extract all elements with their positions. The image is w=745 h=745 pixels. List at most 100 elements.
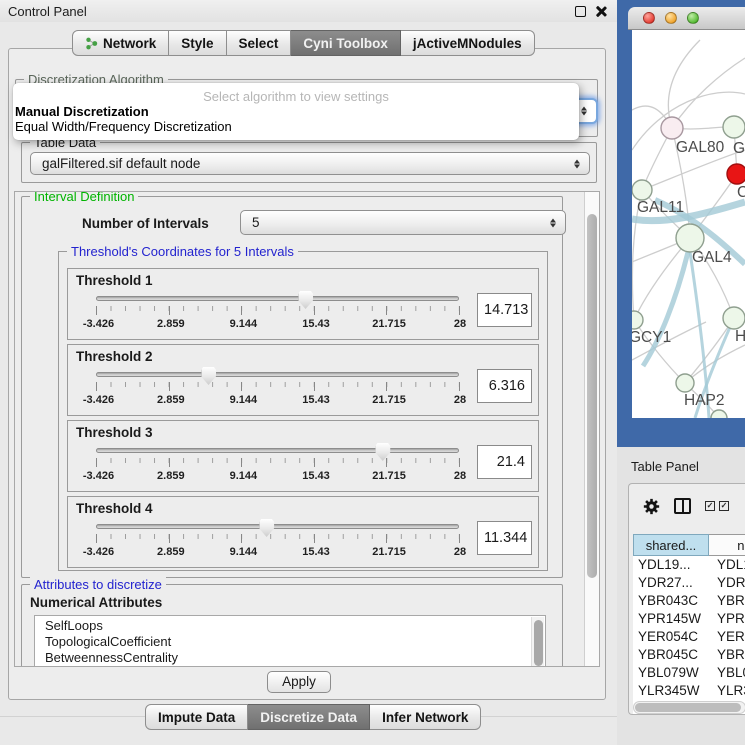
tick-label: 21.715 xyxy=(372,470,406,482)
tick-label: 2.859 xyxy=(157,546,185,558)
column-header-shared-name[interactable]: shared... xyxy=(633,534,709,556)
scrollbar-thumb[interactable] xyxy=(587,214,597,578)
threshold-value-field[interactable]: 11.344 xyxy=(477,521,532,555)
threshold-value-field[interactable]: 21.4 xyxy=(477,445,532,479)
dropdown-item-equal-width-frequency[interactable]: Equal Width/Frequency Discretization xyxy=(13,119,579,134)
minimize-window-icon[interactable] xyxy=(665,12,677,24)
zoom-window-icon[interactable] xyxy=(687,12,699,24)
tab-jactivemnodules[interactable]: jActiveMNodules xyxy=(401,30,535,56)
gear-icon[interactable] xyxy=(643,498,660,515)
algorithm-dropdown-popup: Select algorithm to view settings Manual… xyxy=(13,83,579,140)
tab-cyni-toolbox[interactable]: Cyni Toolbox xyxy=(291,30,401,56)
tick-mark xyxy=(241,306,242,315)
combo-arrows-icon xyxy=(574,159,580,168)
settings-scrollpane: Interval Definition Number of Intervals … xyxy=(14,191,600,667)
split-columns-icon[interactable] xyxy=(674,498,691,514)
table-row[interactable]: YBR043CYBR0 xyxy=(633,592,745,610)
slider-track[interactable] xyxy=(96,372,459,377)
scrollbar-thumb[interactable] xyxy=(534,620,543,666)
horizontal-scrollbar[interactable] xyxy=(633,701,745,714)
tick-label: 9.144 xyxy=(230,470,258,482)
table-row[interactable]: YPR145WYPR1 xyxy=(633,610,745,628)
close-window-icon[interactable] xyxy=(643,12,655,24)
number-of-intervals-combobox[interactable]: 5 xyxy=(240,210,566,235)
slider-track[interactable] xyxy=(96,448,459,453)
column-checkboxes: ✓ ✓ xyxy=(705,501,729,511)
vertical-scrollbar[interactable] xyxy=(584,192,599,666)
apply-button[interactable]: Apply xyxy=(267,671,331,693)
network-canvas[interactable]: GAL80GACGAL11GAL4GCY1HHAP2 xyxy=(632,30,745,418)
table-data-combobox[interactable]: galFiltered.sif default node xyxy=(30,152,590,175)
tick-label: 2.859 xyxy=(157,470,185,482)
interval-definition-group: Interval Definition Number of Intervals … xyxy=(21,196,563,578)
network-node[interactable] xyxy=(661,117,683,139)
network-node[interactable] xyxy=(676,374,694,392)
slider-track[interactable] xyxy=(96,296,459,301)
tick-mark xyxy=(386,382,387,391)
dropdown-item-manual-discretization[interactable]: Manual Discretization xyxy=(13,104,579,119)
list-scrollbar[interactable] xyxy=(531,617,544,667)
threshold-2-box: Threshold 2-3.4262.8599.14415.4321.71528… xyxy=(67,344,539,416)
threshold-slider[interactable]: -3.4262.8599.14415.4321.71528 xyxy=(94,290,463,334)
tick-mark xyxy=(459,382,460,391)
table-row[interactable]: YBR045CYBR0 xyxy=(633,646,745,664)
tick-mark xyxy=(96,306,97,315)
tick-label: 15.43 xyxy=(302,318,330,330)
node-label: H xyxy=(735,328,745,345)
tab-style[interactable]: Style xyxy=(169,30,226,56)
tick-label: -3.426 xyxy=(83,470,114,482)
tick-mark xyxy=(459,534,460,543)
checkbox-icon[interactable]: ✓ xyxy=(705,501,715,511)
network-node[interactable] xyxy=(727,164,745,184)
network-view-frame: GAL80GACGAL11GAL4GCY1HHAP2 xyxy=(617,0,745,447)
table-row[interactable]: YDL19...YDL1 xyxy=(633,556,745,574)
table-row[interactable]: YBL079WYBL0 xyxy=(633,664,745,682)
tick-mark xyxy=(169,382,170,391)
table-row[interactable]: YER054CYER0 xyxy=(633,628,745,646)
tick-mark xyxy=(241,458,242,467)
tab-select[interactable]: Select xyxy=(227,30,292,56)
threshold-slider[interactable]: -3.4262.8599.14415.4321.71528 xyxy=(94,518,463,562)
attributes-group: Attributes to discretize Numerical Attri… xyxy=(21,584,563,667)
tick-mark xyxy=(459,306,460,315)
attribute-list-item[interactable]: SelfLoops xyxy=(35,618,545,634)
network-node[interactable] xyxy=(632,180,652,200)
top-tab-bar: Network Style Select Cyni Toolbox jActiv… xyxy=(72,30,535,56)
attribute-list-item[interactable]: BetweennessCentrality xyxy=(35,650,545,666)
column-header-name[interactable]: name xyxy=(709,534,745,556)
number-of-intervals-value: 5 xyxy=(252,215,260,230)
tab-network[interactable]: Network xyxy=(72,30,169,56)
network-window-titlebar[interactable] xyxy=(628,7,745,30)
control-panel-titlebar: Control Panel xyxy=(0,0,617,22)
tab-discretize-data[interactable]: Discretize Data xyxy=(248,704,370,730)
slider-ticks xyxy=(96,306,459,311)
network-node[interactable] xyxy=(723,116,745,138)
tab-infer-network[interactable]: Infer Network xyxy=(370,704,481,730)
node-label: GAL4 xyxy=(692,249,732,266)
threshold-slider[interactable]: -3.4262.8599.14415.4321.71528 xyxy=(94,366,463,410)
tick-mark xyxy=(314,458,315,467)
attribute-list-item[interactable]: TopologicalCoefficient xyxy=(35,634,545,650)
threshold-value-field[interactable]: 6.316 xyxy=(477,369,532,403)
tick-label: 28 xyxy=(454,394,466,406)
close-panel-icon[interactable] xyxy=(595,6,606,17)
threshold-label: Threshold 1 xyxy=(68,269,538,288)
scrollbar-thumb[interactable] xyxy=(635,703,741,712)
tick-mark xyxy=(386,306,387,315)
tick-mark xyxy=(241,382,242,391)
float-panel-icon[interactable] xyxy=(575,6,586,17)
node-label: C xyxy=(737,184,745,201)
checkbox-icon[interactable]: ✓ xyxy=(719,501,729,511)
threshold-value-field[interactable]: 14.713 xyxy=(477,293,532,327)
table-row[interactable]: YDR27...YDR2 xyxy=(633,574,745,592)
slider-track[interactable] xyxy=(96,524,459,529)
table-row[interactable]: YLR345WYLR3 xyxy=(633,682,745,700)
network-node[interactable] xyxy=(676,224,704,252)
node-label: GCY1 xyxy=(632,329,671,346)
tab-impute-data[interactable]: Impute Data xyxy=(145,704,248,730)
threshold-slider[interactable]: -3.4262.8599.14415.4321.71528 xyxy=(94,442,463,486)
network-node[interactable] xyxy=(723,307,745,329)
network-node[interactable] xyxy=(632,311,643,329)
bottom-tab-bar: Impute Data Discretize Data Infer Networ… xyxy=(145,704,481,730)
tick-mark xyxy=(459,458,460,467)
